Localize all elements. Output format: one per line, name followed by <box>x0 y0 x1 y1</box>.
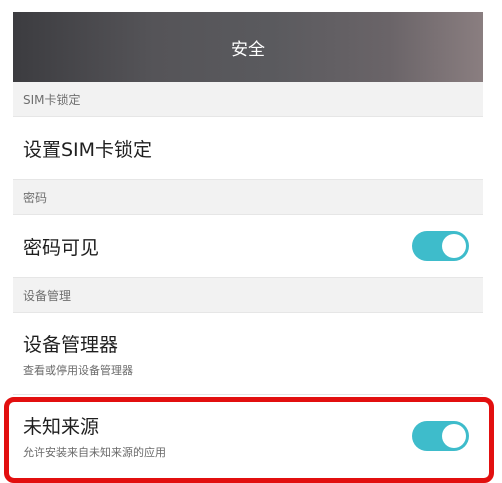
setting-sim-lock[interactable]: 设置SIM卡锁定 <box>13 117 483 180</box>
toggle-knob <box>442 423 466 448</box>
setting-password-visible[interactable]: 密码可见 <box>13 215 483 278</box>
title-bar: 安全 <box>13 12 483 82</box>
security-screen: 安全 SIM卡锁定 设置SIM卡锁定 密码 密码可见 设备管理 设备管理器 查看… <box>13 12 483 475</box>
setting-password-visible-label: 密码可见 <box>23 236 100 259</box>
setting-password-visible-texts: 密码可见 <box>23 233 99 260</box>
setting-sim-lock-label: 设置SIM卡锁定 <box>23 138 153 161</box>
setting-device-admin-texts: 设备管理器 查看或停用设备管理器 <box>23 330 133 378</box>
setting-sim-lock-texts: 设置SIM卡锁定 <box>23 135 152 162</box>
toggle-knob <box>442 234 466 258</box>
section-header-sim: SIM卡锁定 <box>13 82 483 117</box>
setting-unknown-sources-label: 未知来源 <box>23 415 100 438</box>
password-visible-toggle[interactable] <box>412 231 469 261</box>
page-title: 安全 <box>231 39 265 60</box>
setting-device-admin[interactable]: 设备管理器 查看或停用设备管理器 <box>13 313 483 395</box>
section-header-password: 密码 <box>13 180 483 215</box>
unknown-sources-toggle[interactable] <box>412 420 469 451</box>
setting-device-admin-subtitle: 查看或停用设备管理器 <box>23 363 133 377</box>
setting-unknown-sources[interactable]: 未知来源 允许安装来自未知来源的应用 <box>13 395 483 475</box>
setting-device-admin-label: 设备管理器 <box>23 333 119 356</box>
section-header-device-admin: 设备管理 <box>13 278 483 313</box>
setting-unknown-sources-texts: 未知来源 允许安装来自未知来源的应用 <box>23 412 166 460</box>
setting-unknown-sources-subtitle: 允许安装来自未知来源的应用 <box>23 445 166 459</box>
